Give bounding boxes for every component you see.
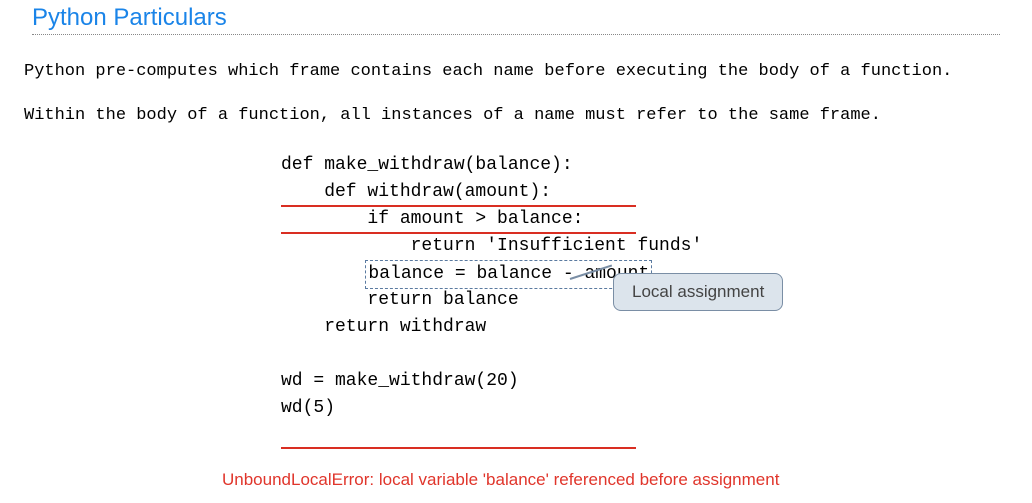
code-line: def make_withdraw(balance): (281, 152, 702, 179)
code-line: def withdraw(amount): (281, 179, 702, 206)
body-line-2: Within the body of a function, all insta… (24, 106, 881, 125)
code-line: wd = make_withdraw(20) (281, 368, 702, 395)
red-underline-3 (281, 447, 636, 449)
slide-title: Python Particulars (32, 4, 1000, 35)
slide: Python Particulars Python pre-computes w… (0, 0, 1032, 503)
callout-local-assignment: Local assignment (613, 273, 783, 311)
code-line: if amount > balance: (281, 206, 702, 233)
code-line (281, 341, 702, 368)
code-line: return withdraw (281, 314, 702, 341)
code-line: wd(5) (281, 395, 702, 422)
body-line-1: Python pre-computes which frame contains… (24, 62, 952, 81)
code-line: return 'Insufficient funds' (281, 233, 702, 260)
code-indent (281, 264, 367, 284)
error-message: UnboundLocalError: local variable 'balan… (222, 470, 779, 490)
